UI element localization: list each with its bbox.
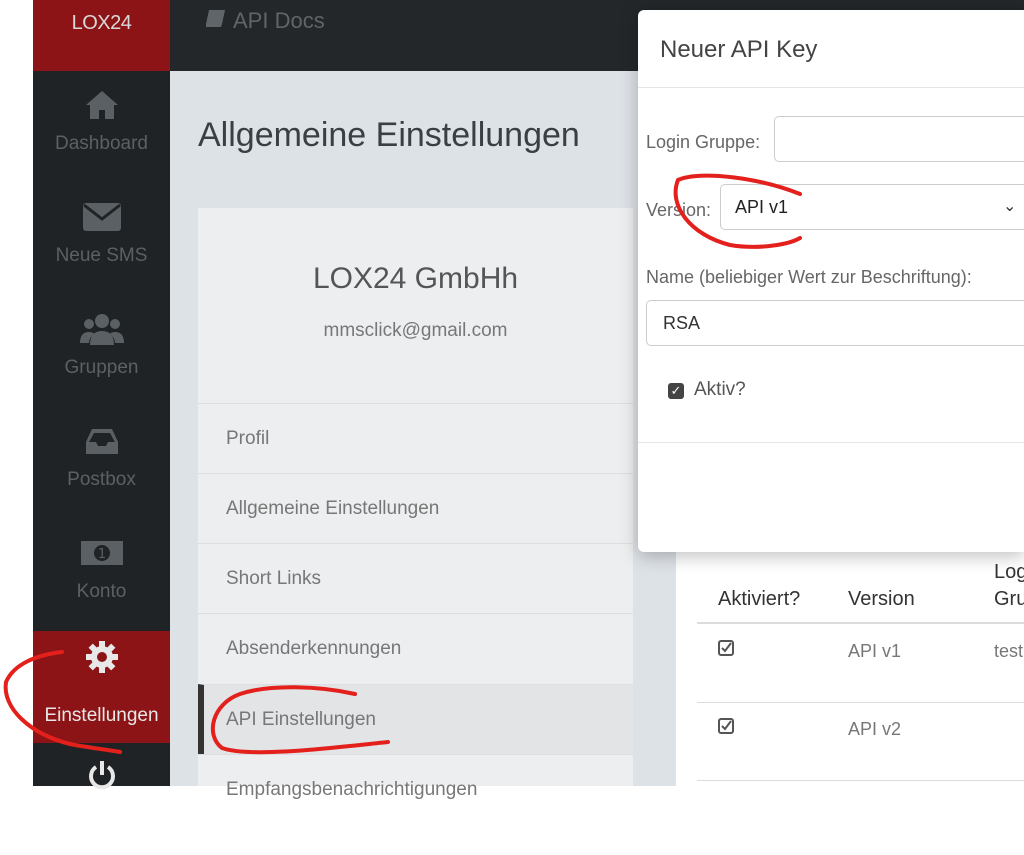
inbox-icon <box>33 421 170 461</box>
nav-label: Gruppen <box>64 357 139 378</box>
check-square-icon <box>718 640 734 661</box>
gear-icon <box>33 637 170 677</box>
nav-postbox[interactable]: Postbox <box>33 407 170 519</box>
row-login: test <box>994 641 1024 661</box>
settings-menu-absender[interactable]: Absenderkennungen <box>198 613 633 683</box>
nav-dashboard[interactable]: Dashboard <box>33 71 170 183</box>
settings-menu-short-links[interactable]: Short Links <box>198 543 633 613</box>
login-group-input[interactable] <box>774 116 1024 162</box>
row-version: API v1 <box>848 641 902 661</box>
api-keys-table <box>676 540 1024 786</box>
row-divider <box>697 702 1024 703</box>
sidebar: LOX24 Dashboard Neue SMS Gruppen Postbox… <box>33 0 170 790</box>
api-docs-link[interactable]: API Docs <box>205 8 325 34</box>
settings-menu-empfang[interactable]: Empfangsbenachrichtigungen <box>198 754 633 824</box>
power-icon <box>33 755 170 795</box>
name-label: Name (beliebiger Wert zur Beschriftung): <box>646 267 972 287</box>
svg-text:1: 1 <box>97 547 105 562</box>
users-icon <box>33 309 170 349</box>
table-header-aktiviert: Aktiviert? <box>718 588 801 610</box>
nav-label: Konto <box>76 581 127 602</box>
new-api-key-modal: Neuer API Key Login Gruppe: Version: API… <box>638 10 1024 552</box>
account-email: mmsclick@gmail.com <box>323 320 508 341</box>
modal-header-divider <box>638 87 1024 88</box>
page-title: Allgemeine Einstellungen <box>198 116 580 154</box>
chevron-down-icon: ⌄ <box>1003 198 1017 215</box>
version-select[interactable]: API v1 ⌄ <box>720 184 1024 230</box>
table-header-version: Version <box>848 588 915 610</box>
brand-logo[interactable]: LOX24 <box>33 0 170 71</box>
modal-footer-divider <box>638 442 1024 443</box>
check-square-icon <box>718 718 734 739</box>
aktiv-checkbox[interactable]: ✓ <box>668 383 684 399</box>
version-value: API v1 <box>735 197 789 217</box>
nav-konto[interactable]: 1 Konto <box>33 519 170 631</box>
nav-neue-sms[interactable]: Neue SMS <box>33 183 170 295</box>
table-header-login: Log <box>994 561 1024 583</box>
api-docs-label: API Docs <box>233 8 325 33</box>
nav-label: Einstellungen <box>44 705 159 726</box>
settings-menu-allgemeine[interactable]: Allgemeine Einstellungen <box>198 473 633 543</box>
nav-gruppen[interactable]: Gruppen <box>33 295 170 407</box>
aktiv-label: Aktiv? <box>694 379 746 400</box>
home-icon <box>33 85 170 125</box>
nav-label: Neue SMS <box>55 245 148 266</box>
row-version: API v2 <box>848 719 902 739</box>
row-divider <box>697 780 1024 781</box>
modal-title: Neuer API Key <box>660 36 818 63</box>
nav-einstellungen[interactable]: Einstellungen <box>33 631 170 743</box>
company-name: LOX24 GmbHh <box>312 262 519 295</box>
version-label: Version: <box>646 200 712 220</box>
table-header-gruppe: Gru <box>994 588 1024 610</box>
table-header-divider <box>697 622 1024 624</box>
nav-label: Postbox <box>67 469 136 490</box>
money-icon: 1 <box>33 533 170 573</box>
nav-label: Dashboard <box>55 133 148 154</box>
nav-logout[interactable] <box>33 743 170 855</box>
settings-menu-profil[interactable]: Profil <box>198 403 633 473</box>
name-input[interactable]: RSA <box>646 300 1024 346</box>
settings-menu-api[interactable]: API Einstellungen <box>198 684 633 754</box>
book-icon <box>205 8 227 34</box>
login-group-label: Login Gruppe: <box>646 132 761 152</box>
envelope-icon <box>33 197 170 237</box>
